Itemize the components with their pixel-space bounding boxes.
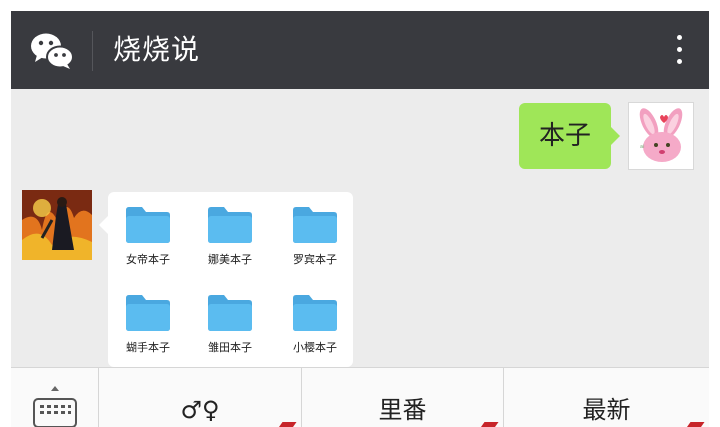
folder-item[interactable]: 罗宾本子 (277, 204, 353, 274)
keyboard-icon (33, 398, 77, 427)
keyboard-toggle-button[interactable] (11, 368, 99, 427)
folder-label: 小樱本子 (293, 341, 337, 354)
bottom-menu-bar: ♂♀ 里番 最新 (11, 367, 709, 427)
folder-item[interactable]: 雏田本子 (192, 292, 268, 362)
folder-item[interactable]: 娜美本子 (192, 204, 268, 274)
folder-label: 女帝本子 (126, 253, 170, 266)
sent-message-bubble[interactable]: 本子 (519, 103, 620, 169)
caret-up-icon (51, 386, 59, 391)
folder-item[interactable]: 女帝本子 (110, 204, 186, 274)
menu-item-gender[interactable]: ♂♀ (99, 368, 302, 427)
chat-title: 烧烧说 (113, 33, 201, 66)
folder-icon (208, 295, 252, 331)
menu-item-label: 最新 (582, 396, 631, 424)
folder-card[interactable]: 女帝本子 娜美本子 罗宾本子 蝴手本子 雏田本子 小樱本子 (99, 192, 353, 367)
submenu-indicator-icon (275, 422, 297, 427)
message-list[interactable]: 本子 ai 女帝本子 娜美本子 罗宾本子 蝴手本子 雏田本子 小樱本子 (11, 89, 709, 367)
menu-item-label: 里番 (378, 396, 427, 424)
menu-item-lifan[interactable]: 里番 (302, 368, 504, 427)
folder-icon (126, 295, 170, 331)
folder-icon (126, 207, 170, 243)
chat-window: 烧烧说 本子 ai 女帝本子 娜美本子 罗宾本子 蝴手本子 雏田本子 小樱本子 … (11, 11, 709, 427)
more-vertical-icon[interactable] (673, 35, 685, 69)
submenu-indicator-icon (477, 422, 499, 427)
folder-item[interactable]: 小樱本子 (277, 292, 353, 362)
folder-icon (208, 207, 252, 243)
menu-item-latest[interactable]: 最新 (504, 368, 709, 427)
wechat-logo-icon[interactable] (29, 31, 75, 71)
folder-icon (293, 295, 337, 331)
pink-bunny-avatar[interactable]: ai (628, 102, 694, 170)
folder-label: 罗宾本子 (293, 253, 337, 266)
title-divider (92, 31, 93, 71)
svg-text:ai: ai (640, 144, 644, 150)
folder-label: 蝴手本子 (126, 341, 170, 354)
title-bar: 烧烧说 (11, 11, 709, 89)
folder-label: 雏田本子 (208, 341, 252, 354)
folder-label: 娜美本子 (208, 253, 252, 266)
submenu-indicator-icon (683, 422, 705, 427)
folder-icon (293, 207, 337, 243)
menu-item-label: ♂♀ (180, 396, 220, 424)
folder-item[interactable]: 蝴手本子 (110, 292, 186, 362)
anime-character-avatar[interactable] (22, 190, 92, 260)
